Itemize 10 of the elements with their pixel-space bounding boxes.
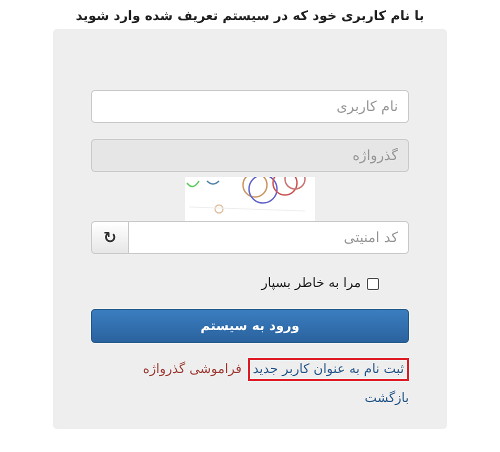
login-button[interactable]: ورود به سیستم [91, 309, 409, 343]
register-link[interactable]: ثبت نام به عنوان کاربر جدید [252, 362, 404, 377]
remember-checkbox[interactable] [367, 278, 379, 290]
forgot-password-link[interactable]: فراموشی گذرواژه [142, 362, 242, 377]
login-heading: با نام کاربری خود که در سیستم تعریف شده وارد شوید [74, 8, 426, 26]
remember-label: مرا به خاطر بسپار [261, 276, 361, 291]
security-code-field[interactable]: کد امنیتی [128, 221, 409, 254]
username-field[interactable]: نام کاربری [91, 90, 409, 123]
refresh-button[interactable]: ↻ [91, 221, 128, 254]
back-link[interactable]: بازگشت [364, 391, 409, 406]
